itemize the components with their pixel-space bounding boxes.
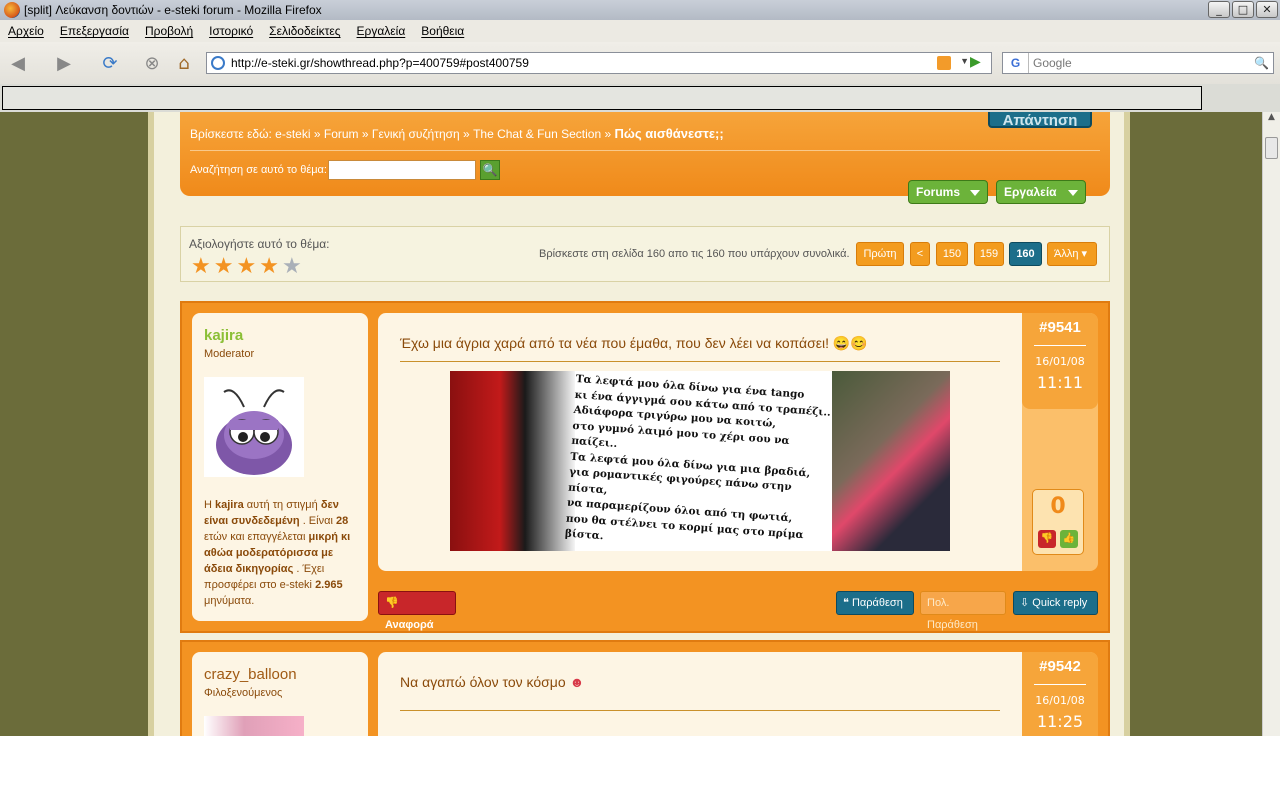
breadcrumb-item[interactable]: The Chat & Fun Section — [473, 127, 601, 141]
smiley-icon: 😄😊 — [832, 335, 868, 351]
window-title: [split] Λεύκανση δοντιών - e-steki forum… — [24, 3, 322, 17]
post-meta: #9541 16/01/08 11:11 0 👎 👍 — [1022, 313, 1098, 571]
post-number[interactable]: #9541 — [1022, 319, 1098, 336]
page-other-button[interactable]: Άλλη ▾ — [1047, 242, 1097, 266]
site-favicon-icon — [211, 56, 225, 70]
page-button[interactable]: 150 — [936, 242, 968, 266]
split-bar — [0, 84, 1280, 112]
menu-help[interactable]: Βοήθεια — [421, 24, 464, 38]
home-icon[interactable]: ⌂ — [172, 51, 196, 75]
star-icon[interactable]: ★ — [214, 255, 234, 277]
address-url: http://e-steki.gr/showthread.php?p=40075… — [231, 56, 529, 70]
rating-stars[interactable]: ★ ★ ★ ★ ★ — [191, 255, 302, 277]
menu-view[interactable]: Προβολή — [145, 24, 193, 38]
page-info: Βρίσκεστε στη σελίδα 160 απο τις 160 που… — [539, 248, 850, 260]
post: crazy_balloon Φιλοξενούμενος Να αγαπώ όλ… — [180, 640, 1110, 736]
reload-icon[interactable]: ⟳ — [98, 51, 122, 75]
rating-bar: Αξιολογήστε αυτό το θέμα: ★ ★ ★ ★ ★ Βρίσ… — [180, 226, 1110, 282]
rating-label: Αξιολογήστε αυτό το θέμα: — [189, 237, 330, 251]
go-icon[interactable]: ▶ — [970, 54, 990, 72]
star-icon[interactable]: ★ — [282, 255, 302, 277]
menu-bookmarks[interactable]: Σελιδοδείκτες — [269, 24, 340, 38]
maximize-button[interactable]: □ — [1232, 1, 1254, 18]
score-value: 0 — [1050, 494, 1066, 519]
breadcrumb-current: Πώς αισθάνεστε;; — [614, 126, 724, 141]
avatar[interactable] — [204, 377, 304, 477]
star-icon[interactable]: ★ — [259, 255, 279, 277]
close-button[interactable]: ✕ — [1256, 1, 1278, 18]
post-meta: #9542 16/01/08 11:25 — [1022, 652, 1098, 736]
google-engine-icon[interactable]: G — [1003, 53, 1029, 73]
dropdown-arrow-icon[interactable]: ▼ — [960, 56, 969, 66]
user-role: Moderator — [204, 348, 255, 360]
user-info: kajira Moderator Η kajira αυτή τη στιγμή… — [192, 313, 368, 621]
window-titlebar: [split] Λεύκανση δοντιών - e-steki forum… — [0, 0, 1280, 20]
user-role: Φιλοξενούμενος — [204, 687, 283, 699]
stop-icon[interactable]: ⊗ — [140, 51, 164, 75]
blank-area — [0, 736, 1280, 800]
search-bar[interactable]: G Google 🔍 — [1002, 52, 1274, 74]
post-title: Να αγαπώ όλον τον κόσμο ☻ — [400, 674, 585, 690]
forward-icon[interactable]: ▶ — [52, 51, 76, 75]
post-date: 16/01/08 — [1035, 355, 1085, 368]
report-button[interactable]: 👎 Αναφορά — [378, 591, 456, 631]
user-info: crazy_balloon Φιλοξενούμενος — [192, 652, 368, 736]
thumbs-up-icon[interactable]: 👍 — [1060, 530, 1078, 548]
user-bio: Η kajira αυτή τη στιγμή δεν είναι συνδεδ… — [204, 499, 351, 607]
star-icon[interactable]: ★ — [236, 255, 256, 277]
post-time: 11:11 — [1036, 373, 1084, 392]
quote-button[interactable]: ❝ Παράθεση — [836, 591, 914, 615]
post-time: 11:25 — [1036, 712, 1084, 731]
breadcrumb: Βρίσκεστε εδώ: e-steki » Forum » Γενική … — [190, 126, 724, 141]
tools-menu-button[interactable]: Εργαλεία — [996, 180, 1086, 204]
breadcrumb-item[interactable]: Γενική συζήτηση — [372, 127, 460, 141]
post-number[interactable]: #9542 — [1022, 658, 1098, 675]
menu-bar: Αρχείο Επεξεργασία Προβολή Ιστορικό Σελι… — [0, 20, 1280, 42]
post: kajira Moderator Η kajira αυτή τη στιγμή… — [180, 301, 1110, 633]
thread-search-label: Αναζήτηση σε αυτό το θέμα: — [190, 164, 327, 176]
post-score: 0 👎 👍 — [1032, 489, 1084, 555]
page-button[interactable]: 159 — [974, 242, 1004, 266]
quick-reply-button[interactable]: ⇩ Quick reply — [1013, 591, 1098, 615]
post-body: Έχω μια άγρια χαρά από τα νέα που έμαθα,… — [378, 313, 1022, 571]
breadcrumb-item[interactable]: e-steki — [275, 127, 310, 141]
page-current: 160 — [1009, 242, 1042, 266]
search-icon[interactable]: 🔍 — [1254, 56, 1269, 70]
menu-tools[interactable]: Εργαλεία — [357, 24, 406, 38]
scroll-up-icon[interactable]: ▲ — [1263, 112, 1280, 130]
post-body: Να αγαπώ όλον τον κόσμο ☻ — [378, 652, 1022, 736]
menu-edit[interactable]: Επεξεργασία — [60, 24, 129, 38]
breadcrumb-header: Απάντηση Βρίσκεστε εδώ: e-steki » Forum … — [180, 112, 1110, 204]
breadcrumb-prefix: Βρίσκεστε εδώ: — [190, 127, 272, 141]
menu-file[interactable]: Αρχείο — [8, 24, 44, 38]
post-date: 16/01/08 — [1035, 694, 1085, 707]
firefox-logo-icon — [4, 2, 20, 18]
address-bar[interactable]: http://e-steki.gr/showthread.php?p=40075… — [206, 52, 992, 74]
username[interactable]: crazy_balloon — [204, 666, 297, 683]
thumbs-down-icon[interactable]: 👎 — [1038, 530, 1056, 548]
forums-menu-button[interactable]: Forums — [908, 180, 988, 204]
menu-history[interactable]: Ιστορικό — [209, 24, 253, 38]
web-page: Απάντηση Βρίσκεστε εδώ: e-steki » Forum … — [0, 112, 1262, 736]
search-placeholder: Google — [1033, 56, 1072, 70]
username[interactable]: kajira — [204, 327, 243, 344]
page-first-button[interactable]: Πρώτη — [856, 242, 904, 266]
avatar[interactable] — [204, 716, 304, 736]
rss-feed-icon[interactable] — [937, 56, 951, 70]
forum-wrapper: Απάντηση Βρίσκεστε εδώ: e-steki » Forum … — [148, 112, 1130, 736]
scroll-thumb[interactable] — [1265, 137, 1278, 159]
post-image: Τα λεφτά μου όλα δίνω για ένα tango κι έ… — [450, 371, 950, 551]
multi-quote-button[interactable]: Πολ. Παράθεση — [920, 591, 1006, 631]
back-icon[interactable]: ◀ — [6, 51, 30, 75]
smiley-icon: ☻ — [569, 674, 585, 690]
reply-button[interactable]: Απάντηση — [988, 112, 1092, 128]
scrollbar[interactable]: ▲ — [1262, 112, 1280, 736]
search-icon[interactable]: 🔍 — [480, 160, 500, 180]
thread-search-input[interactable] — [328, 160, 476, 180]
star-icon[interactable]: ★ — [191, 255, 211, 277]
post-title: Έχω μια άγρια χαρά από τα νέα που έμαθα,… — [400, 335, 868, 351]
page-prev-button[interactable]: < — [910, 242, 930, 266]
breadcrumb-item[interactable]: Forum — [324, 127, 359, 141]
minimize-button[interactable]: _ — [1208, 1, 1230, 18]
